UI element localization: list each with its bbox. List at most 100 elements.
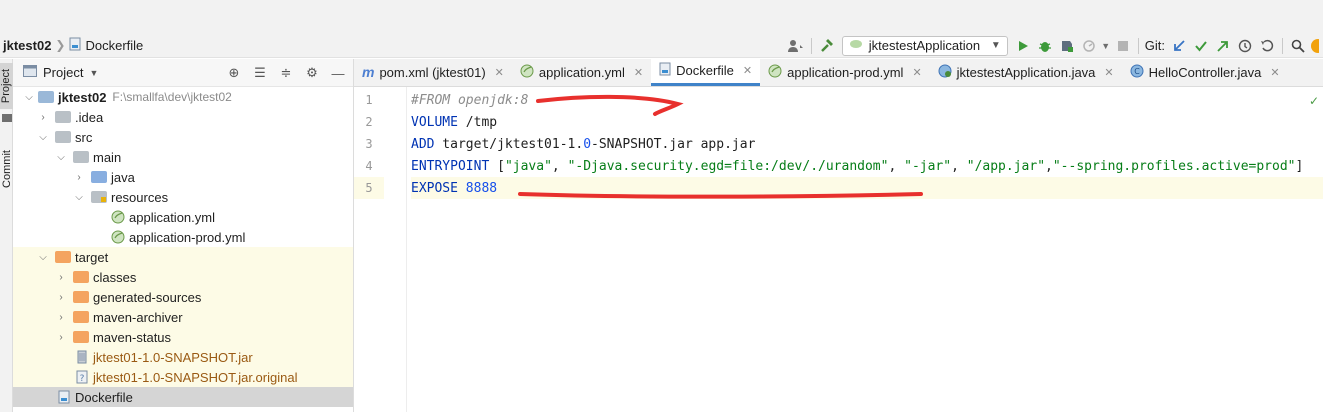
tree-item-java[interactable]: › java (13, 167, 353, 187)
chevron-right-icon[interactable]: › (37, 112, 49, 123)
expand-all-icon[interactable]: ☰ (249, 62, 271, 84)
line-number-gutter: 1 2 3 4 5 (354, 87, 407, 412)
chevron-down-icon[interactable]: ⌵ (37, 252, 49, 263)
close-icon[interactable]: ✕ (1104, 66, 1113, 79)
tree-item-label: application-prod.yml (129, 229, 246, 245)
tree-item-label: jktest01-1.0-SNAPSHOT.jar (93, 349, 253, 365)
chevron-right-icon[interactable]: › (55, 292, 67, 303)
git-commit-icon[interactable] (1190, 35, 1212, 57)
close-icon[interactable]: ✕ (634, 66, 643, 79)
chevron-down-icon[interactable]: ⌵ (37, 132, 49, 143)
jar-file-icon (75, 350, 89, 364)
tree-item-application-yml[interactable]: application.yml (13, 207, 353, 227)
rollback-icon[interactable] (1256, 35, 1278, 57)
string-token: "java" (504, 158, 552, 174)
git-push-icon[interactable] (1212, 35, 1234, 57)
spring-config-icon (520, 64, 534, 81)
tree-item-label: jktest01-1.0-SNAPSHOT.jar.original (93, 369, 298, 385)
tree-item-target[interactable]: ⌵ target (13, 247, 353, 267)
tree-item-label: maven-status (93, 329, 172, 345)
coverage-icon[interactable] (1056, 35, 1078, 57)
more-run-options-icon[interactable]: ▼ (1100, 35, 1112, 57)
project-view-selector[interactable]: Project (43, 65, 83, 80)
breadcrumb-project[interactable]: jktest02 (3, 38, 51, 53)
resources-folder-icon (91, 191, 107, 203)
tree-item-classes[interactable]: › classes (13, 267, 353, 287)
source-folder-icon (91, 171, 107, 183)
tree-item-src[interactable]: ⌵ src (13, 127, 353, 147)
close-icon[interactable]: ✕ (743, 64, 752, 77)
tree-item-jar[interactable]: jktest01-1.0-SNAPSHOT.jar (13, 347, 353, 367)
chevron-right-icon[interactable]: › (55, 272, 67, 283)
tree-item-path: F:\smallfa\dev\jktest02 (112, 90, 232, 104)
excluded-folder-icon (55, 251, 71, 263)
tree-item-resources[interactable]: ⌵ resources (13, 187, 353, 207)
keyword-token: VOLUME (411, 114, 458, 130)
git-update-icon[interactable] (1168, 35, 1190, 57)
tree-item-maven-archiver[interactable]: › maven-archiver (13, 307, 353, 327)
tab-label: application-prod.yml (787, 64, 904, 80)
commit-tool-tab[interactable]: Commit (0, 139, 13, 199)
text-token: , (1045, 158, 1053, 174)
code-editor[interactable]: 1 2 3 4 5 #FROM openjdk:8 VOLUME /tmp AD… (354, 87, 1323, 412)
excluded-folder-icon (73, 331, 89, 343)
tree-item-generated-sources[interactable]: › generated-sources (13, 287, 353, 307)
collapse-all-icon[interactable]: ≑ (275, 62, 297, 84)
java-class-icon: C (1130, 64, 1144, 81)
chevron-down-icon[interactable]: ⌵ (55, 152, 67, 163)
run-configuration-select[interactable]: jktestestApplication ▼ (841, 35, 1008, 56)
history-icon[interactable] (1234, 35, 1256, 57)
comment-token: #FROM openjdk:8 (411, 92, 529, 108)
text-token: target/jktest01-1. (434, 136, 584, 152)
close-icon[interactable]: ✕ (1270, 66, 1279, 79)
dockerfile-icon (69, 37, 81, 54)
inspection-ok-icon[interactable]: ✓ (1309, 94, 1319, 108)
tree-item-dockerfile[interactable]: Dockerfile (13, 387, 353, 407)
tab-hellocontroller-java[interactable]: C HelloController.java ✕ (1122, 58, 1288, 86)
tree-item-jktest02[interactable]: ⌵ jktest02 F:\smallfa\dev\jktest02 (13, 87, 353, 107)
tree-item-label: Dockerfile (75, 389, 133, 405)
spring-leaf-icon (849, 38, 863, 53)
code-line-5: EXPOSE 8888 (411, 177, 1323, 199)
build-hammer-icon[interactable] (816, 35, 838, 57)
profiler-icon[interactable] (1078, 35, 1100, 57)
chevron-right-icon[interactable]: › (55, 312, 67, 323)
close-icon[interactable]: ✕ (912, 66, 921, 79)
string-token: "-jar" (904, 158, 952, 174)
chevron-down-icon[interactable]: ▼ (89, 68, 98, 78)
tree-item-main[interactable]: ⌵ main (13, 147, 353, 167)
chevron-down-icon[interactable]: ⌵ (23, 92, 35, 103)
line-number: 5 (354, 177, 384, 199)
excluded-folder-icon (73, 311, 89, 323)
tree-item-label: .idea (75, 109, 104, 125)
search-icon[interactable] (1287, 35, 1309, 57)
run-icon[interactable] (1012, 35, 1034, 57)
tab-jktestestapplication-java[interactable]: jktestestApplication.java ✕ (930, 58, 1122, 86)
tree-item-idea[interactable]: › .idea (13, 107, 353, 127)
tab-dockerfile[interactable]: Dockerfile ✕ (651, 58, 761, 86)
hide-panel-icon[interactable]: — (327, 62, 349, 84)
user-icon[interactable] (785, 35, 807, 57)
chevron-down-icon[interactable]: ⌵ (73, 192, 85, 203)
tab-application-yml[interactable]: application.yml ✕ (512, 58, 651, 86)
gear-icon[interactable]: ⚙ (301, 62, 323, 84)
close-icon[interactable]: ✕ (495, 66, 504, 79)
debug-icon[interactable] (1034, 35, 1056, 57)
locate-target-icon[interactable]: ⊕ (223, 62, 245, 84)
breadcrumb-file[interactable]: Dockerfile (69, 37, 143, 54)
tab-application-prod-yml[interactable]: application-prod.yml ✕ (760, 58, 930, 86)
chevron-right-icon[interactable]: › (73, 172, 85, 183)
tree-item-application-prod-yml[interactable]: application-prod.yml (13, 227, 353, 247)
tree-item-jar-original[interactable]: ? jktest01-1.0-SNAPSHOT.jar.original (13, 367, 353, 387)
update-notification-icon[interactable] (1309, 35, 1323, 57)
chevron-right-icon: ❯ (55, 38, 66, 52)
tree-item-maven-status[interactable]: › maven-status (13, 327, 353, 347)
project-tool-tab[interactable]: Project (0, 63, 13, 109)
spring-config-icon (111, 210, 125, 224)
tree-item-label: maven-archiver (93, 309, 183, 325)
tab-pom-xml[interactable]: m pom.xml (jktest01) ✕ (354, 58, 512, 86)
stop-icon[interactable] (1112, 35, 1134, 57)
chevron-right-icon[interactable]: › (55, 332, 67, 343)
navigation-bar: jktest02 ❯ Dockerfile jktestestApplicati… (0, 33, 1323, 58)
